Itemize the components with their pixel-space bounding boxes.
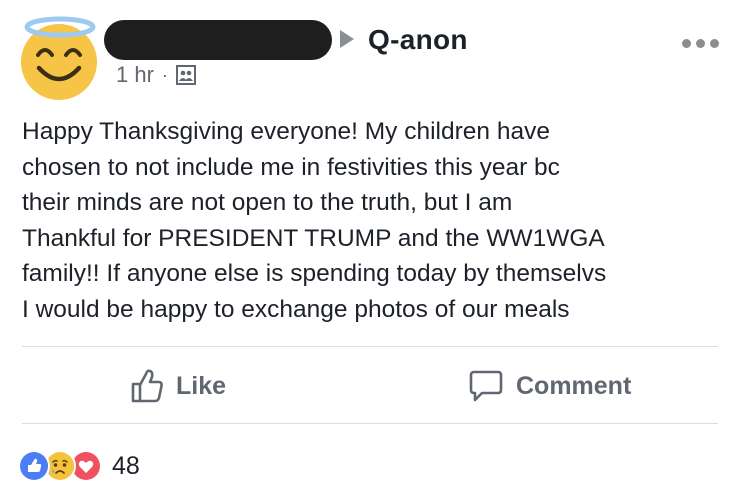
divider — [22, 346, 718, 347]
more-dot — [696, 38, 705, 48]
group-name-link[interactable]: Q-anon — [368, 24, 468, 56]
avatar[interactable] — [16, 12, 106, 102]
meta-separator: · — [161, 65, 168, 85]
arrow-right-icon — [340, 30, 354, 48]
like-reaction-icon — [18, 450, 50, 482]
like-button[interactable]: Like — [130, 366, 226, 406]
author-name-redacted[interactable] — [104, 20, 332, 60]
comment-bubble-icon — [469, 370, 503, 402]
post-timestamp[interactable]: 1 hr — [116, 62, 154, 88]
comment-label: Comment — [516, 371, 632, 400]
smiling-face-with-halo-icon — [21, 16, 97, 100]
reactions-summary[interactable]: 48 — [18, 450, 140, 482]
group-audience-icon[interactable] — [175, 65, 196, 85]
post-body: Happy Thanksgiving everyone! My children… — [22, 118, 607, 323]
thumbs-up-icon — [131, 369, 163, 403]
more-dot — [682, 38, 691, 48]
reaction-count[interactable]: 48 — [112, 452, 140, 481]
like-label: Like — [176, 371, 227, 400]
more-options-icon[interactable] — [682, 36, 722, 50]
comment-button[interactable]: Comment — [468, 366, 631, 406]
divider — [22, 423, 718, 424]
more-dot — [710, 38, 719, 48]
post-meta: 1 hr · — [116, 62, 196, 88]
